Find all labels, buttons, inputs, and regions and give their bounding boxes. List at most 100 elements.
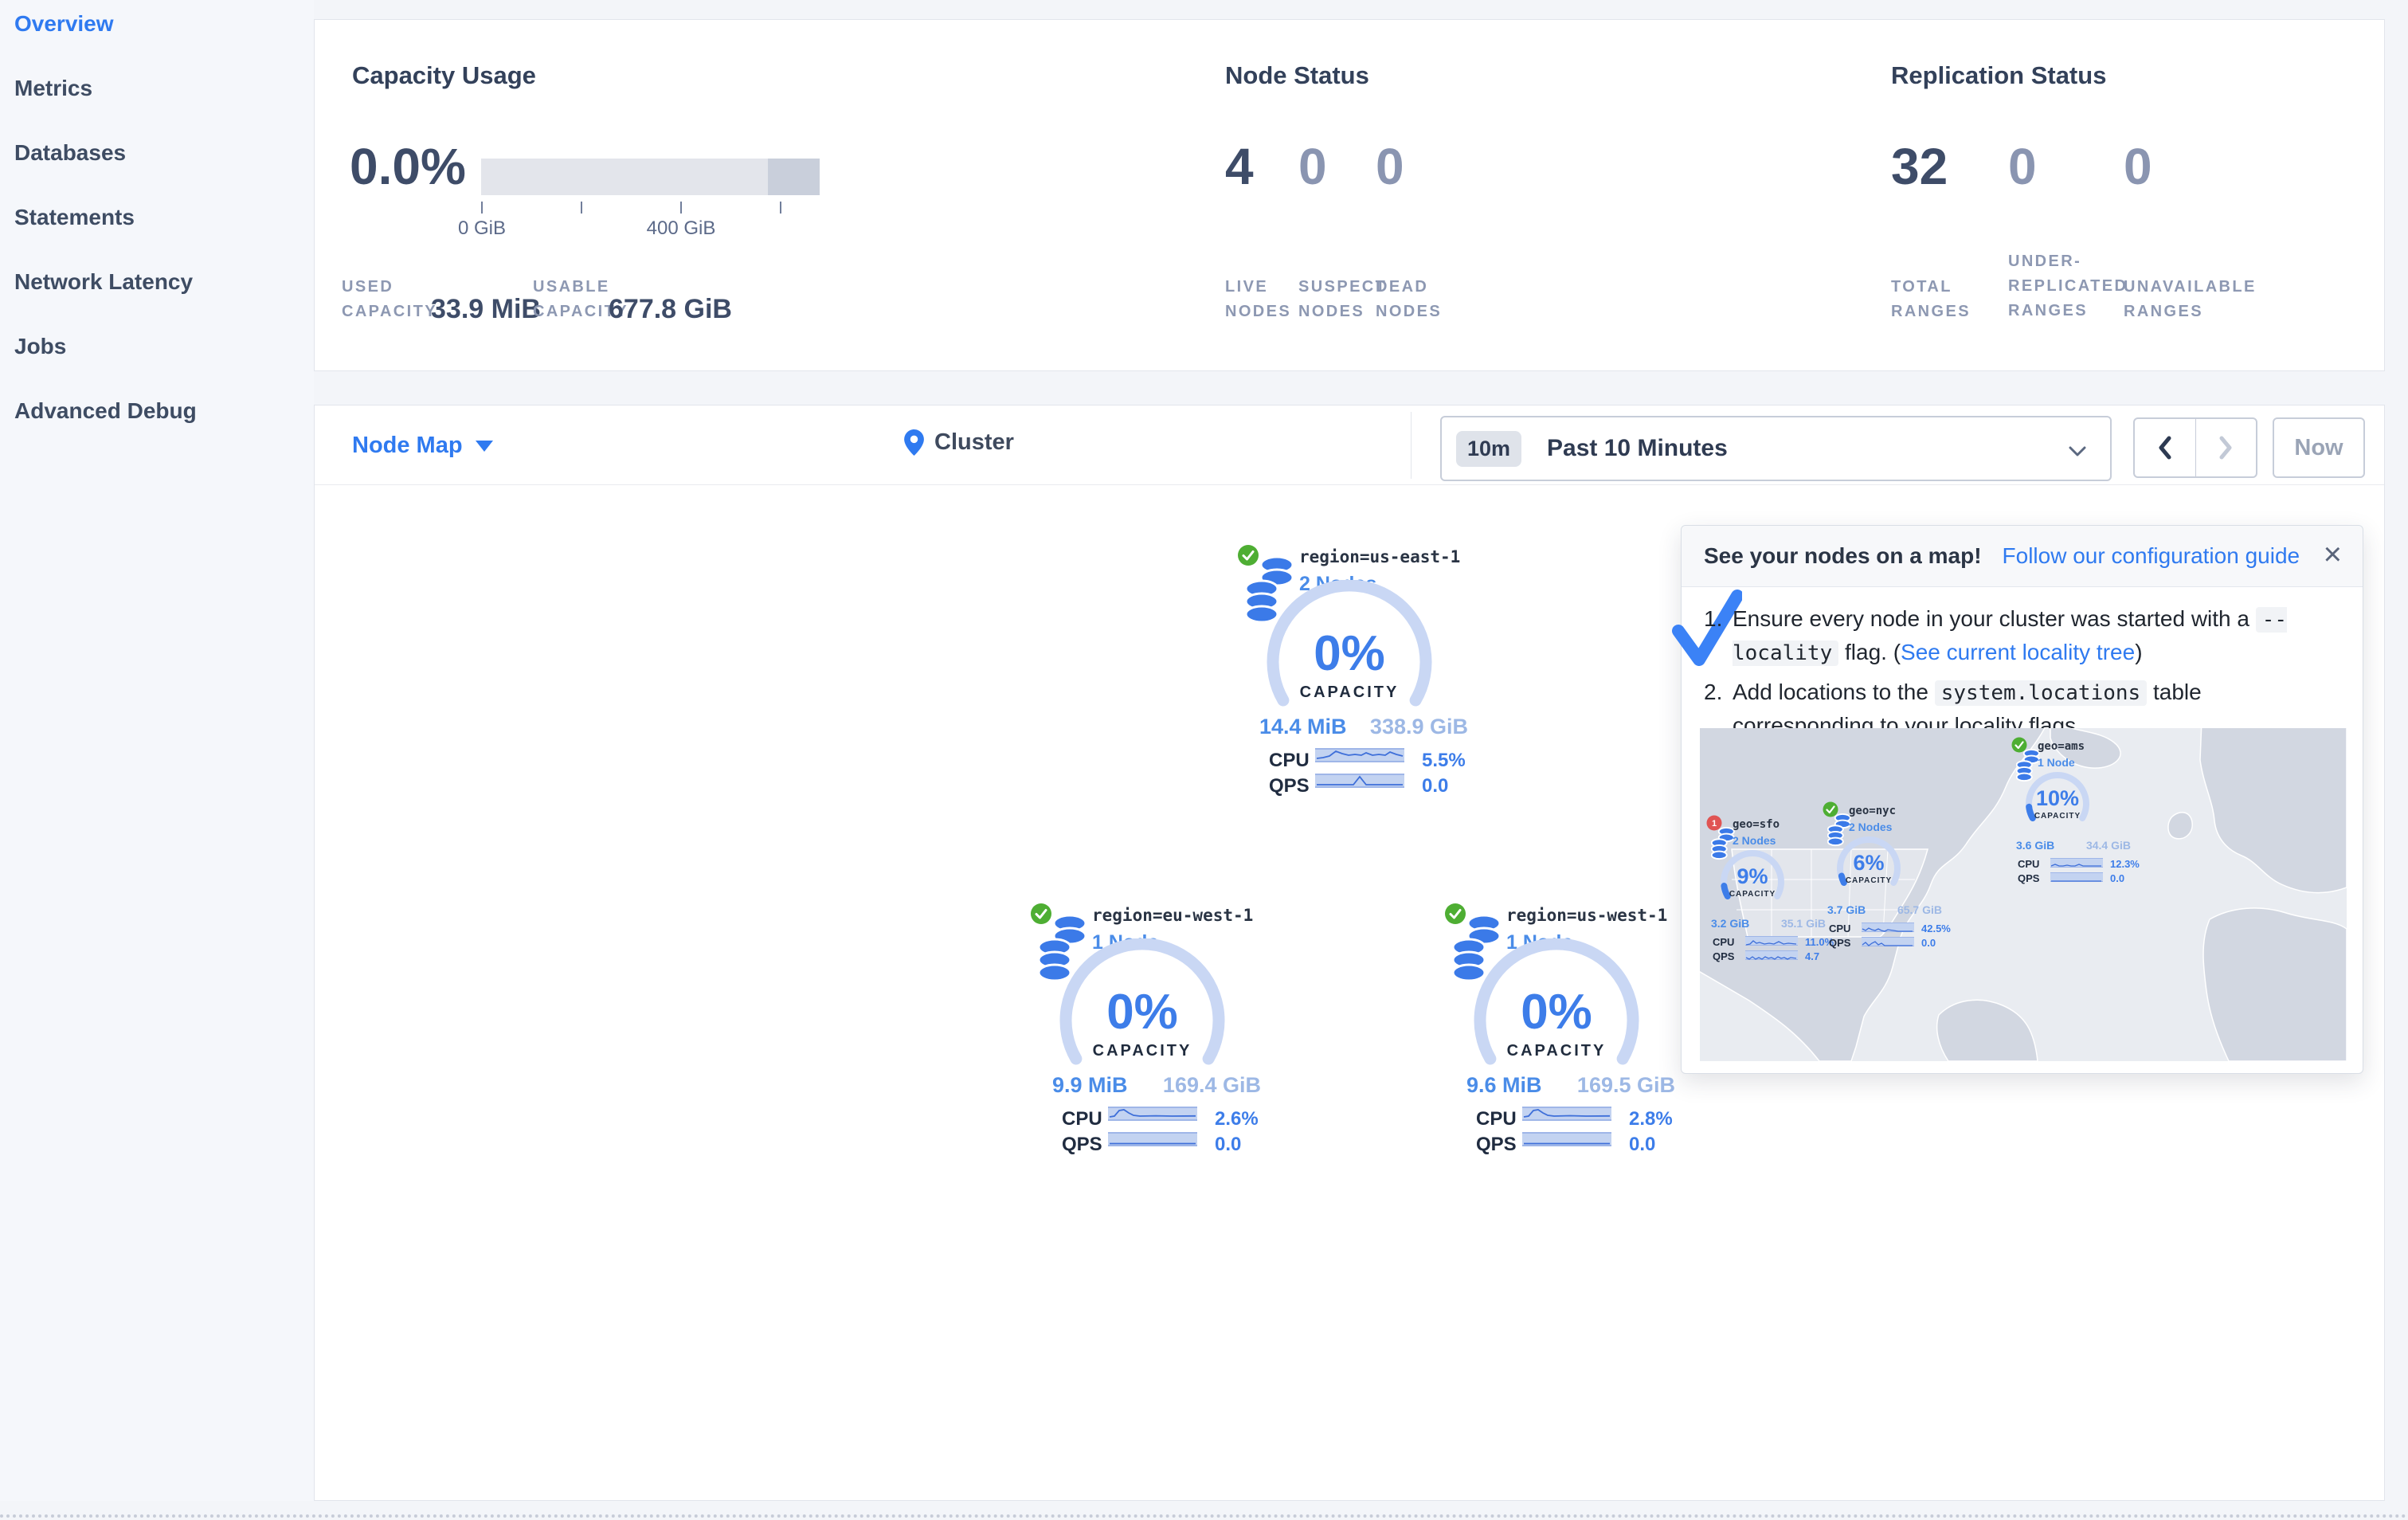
capacity-tick bbox=[581, 202, 582, 214]
cpu-sparkline bbox=[1108, 1107, 1197, 1121]
popup-header: See your nodes on a map! Follow our conf… bbox=[1682, 526, 2363, 587]
suspect-nodes-label: SUSPECT NODES bbox=[1298, 278, 1388, 320]
view-selector-dropdown[interactable]: Node Map bbox=[352, 433, 493, 459]
sidebar-item-jobs[interactable]: Jobs bbox=[14, 334, 314, 398]
cpu-sparkline bbox=[1745, 936, 1798, 946]
time-range-label: Past 10 Minutes bbox=[1547, 435, 1728, 461]
cpu-sparkline bbox=[1862, 923, 1914, 932]
breadcrumb-label: Cluster bbox=[934, 429, 1014, 455]
svg-text:0%: 0% bbox=[1106, 985, 1178, 1040]
sidebar: Overview Metrics Databases Statements Ne… bbox=[0, 0, 314, 1501]
view-selector-label: Node Map bbox=[352, 433, 463, 458]
cpu-label: CPU bbox=[1713, 936, 1735, 948]
map-pin-icon bbox=[904, 429, 924, 456]
used-capacity-value: 33.9 MiB bbox=[431, 294, 541, 324]
close-icon[interactable]: × bbox=[2324, 539, 2342, 570]
usable-capacity-value: 677.8 GiB bbox=[609, 294, 732, 324]
time-step-buttons bbox=[2133, 417, 2257, 478]
svg-text:0%: 0% bbox=[1521, 985, 1592, 1040]
step-number: 1. bbox=[1704, 606, 1723, 631]
node-group-eu-west-1[interactable]: region=eu-west-1 1 Node 0% CAPACITY 9.9 … bbox=[1030, 891, 1269, 1166]
dead-nodes-value: 0 bbox=[1376, 138, 1404, 195]
total-ranges-value: 32 bbox=[1891, 138, 1948, 195]
capacity-bar-nonusable bbox=[768, 159, 820, 195]
capacity-gauge: 6% CAPACITY bbox=[1837, 836, 1901, 886]
capacity-usage-title: Capacity Usage bbox=[352, 61, 536, 89]
node-group-name: geo=sfo bbox=[1733, 818, 1780, 831]
capacity-bar bbox=[481, 159, 820, 195]
node-group-name: geo=nyc bbox=[1849, 805, 1897, 817]
svg-text:CAPACITY: CAPACITY bbox=[2034, 812, 2081, 821]
node-status-title: Node Status bbox=[1225, 61, 1369, 89]
chevron-left-icon bbox=[2159, 436, 2171, 460]
used-capacity: 3.2 GiB bbox=[1711, 917, 1750, 930]
step-text: Add locations to the bbox=[1733, 680, 1935, 704]
qps-value: 0.0 bbox=[1215, 1134, 1242, 1155]
now-button[interactable]: Now bbox=[2273, 417, 2365, 478]
capacity-gauge: 9% CAPACITY bbox=[1721, 850, 1784, 899]
suspect-nodes-value: 0 bbox=[1298, 138, 1327, 195]
dead-nodes-label: DEAD NODES bbox=[1376, 278, 1443, 320]
capacity-gauge: 0% CAPACITY bbox=[1059, 938, 1225, 1065]
capacity-tick bbox=[481, 202, 483, 214]
total-capacity: 338.9 GiB bbox=[1369, 715, 1468, 738]
qps-value: 0.0 bbox=[1921, 937, 1936, 949]
used-capacity: 9.6 MiB bbox=[1466, 1073, 1542, 1097]
qps-sparkline bbox=[1108, 1132, 1197, 1146]
qps-label: QPS bbox=[1062, 1134, 1102, 1155]
cpu-label: CPU bbox=[1476, 1108, 1517, 1130]
capacity-percent: 0.0% bbox=[350, 138, 466, 195]
cpu-label: CPU bbox=[1829, 923, 1851, 934]
sidebar-item-metrics[interactable]: Metrics bbox=[14, 76, 314, 140]
svg-text:CAPACITY: CAPACITY bbox=[1507, 1042, 1607, 1060]
qps-value: 4.7 bbox=[1805, 950, 1820, 962]
sidebar-item-statements[interactable]: Statements bbox=[14, 205, 314, 269]
sidebar-item-network-latency[interactable]: Network Latency bbox=[14, 269, 314, 334]
time-back-button[interactable] bbox=[2135, 419, 2196, 476]
qps-sparkline bbox=[2050, 872, 2103, 882]
step-number: 2. bbox=[1704, 680, 1723, 704]
popup-instructions: 1. Ensure every node in your cluster was … bbox=[1672, 590, 2346, 749]
chevron-down-icon bbox=[2069, 446, 2086, 456]
time-range-dropdown[interactable]: 10m Past 10 Minutes bbox=[1440, 416, 2112, 481]
total-ranges-label: TOTAL RANGES bbox=[1891, 278, 1971, 320]
chevron-right-icon bbox=[2219, 436, 2232, 460]
cpu-label: CPU bbox=[2018, 858, 2040, 870]
sidebar-item-databases[interactable]: Databases bbox=[14, 140, 314, 205]
qps-label: QPS bbox=[2018, 872, 2040, 884]
bottom-fold-divider bbox=[0, 1514, 2408, 1518]
sidebar-item-overview[interactable]: Overview bbox=[14, 11, 314, 76]
sidebar-item-advanced-debug[interactable]: Advanced Debug bbox=[14, 398, 314, 463]
configuration-guide-link[interactable]: Follow our configuration guide bbox=[2003, 543, 2300, 569]
qps-value: 0.0 bbox=[2110, 872, 2125, 884]
chevron-down-icon bbox=[475, 441, 493, 452]
capacity-gauge: 0% CAPACITY bbox=[1267, 580, 1432, 707]
svg-text:CAPACITY: CAPACITY bbox=[1846, 876, 1892, 885]
svg-text:0%: 0% bbox=[1314, 626, 1385, 681]
qps-label: QPS bbox=[1829, 937, 1851, 949]
node-group-name: region=eu-west-1 bbox=[1092, 906, 1254, 925]
svg-text:10%: 10% bbox=[2036, 786, 2079, 810]
cpu-sparkline bbox=[1522, 1107, 1611, 1121]
live-nodes-label: LIVE NODES bbox=[1225, 278, 1292, 320]
capacity-gauge: 0% CAPACITY bbox=[1474, 938, 1639, 1065]
used-capacity: 3.7 GiB bbox=[1827, 903, 1866, 916]
cpu-sparkline bbox=[1315, 748, 1404, 762]
qps-sparkline bbox=[1522, 1132, 1611, 1146]
node-group-us-east-1[interactable]: region=us-east-1 2 Nodes 0% CAPACITY 14.… bbox=[1237, 533, 1476, 808]
cpu-value: 5.5% bbox=[1422, 750, 1466, 771]
locality-tree-link[interactable]: See current locality tree bbox=[1901, 640, 2135, 664]
used-capacity: 9.9 MiB bbox=[1052, 1073, 1128, 1097]
qps-label: QPS bbox=[1476, 1134, 1517, 1155]
total-capacity: 35.1 GiB bbox=[1780, 917, 1826, 930]
cluster-summary-panel: Capacity Usage 0.0% 0 GiB 400 GiB USED C… bbox=[314, 19, 2385, 371]
system-locations-code: system.locations bbox=[1934, 680, 2148, 706]
time-forward-button[interactable] bbox=[2196, 419, 2257, 476]
unavailable-value: 0 bbox=[2124, 138, 2152, 195]
total-capacity: 169.4 GiB bbox=[1162, 1073, 1261, 1097]
node-map-toolbar: Node Map Cluster 10m Past 10 Minutes Now bbox=[315, 405, 2384, 485]
breadcrumb[interactable]: Cluster bbox=[904, 429, 1014, 456]
svg-text:6%: 6% bbox=[1853, 851, 1884, 875]
cpu-label: CPU bbox=[1269, 750, 1310, 771]
node-group-us-west-1[interactable]: region=us-west-1 1 Node 0% CAPACITY 9.6 … bbox=[1444, 891, 1683, 1166]
